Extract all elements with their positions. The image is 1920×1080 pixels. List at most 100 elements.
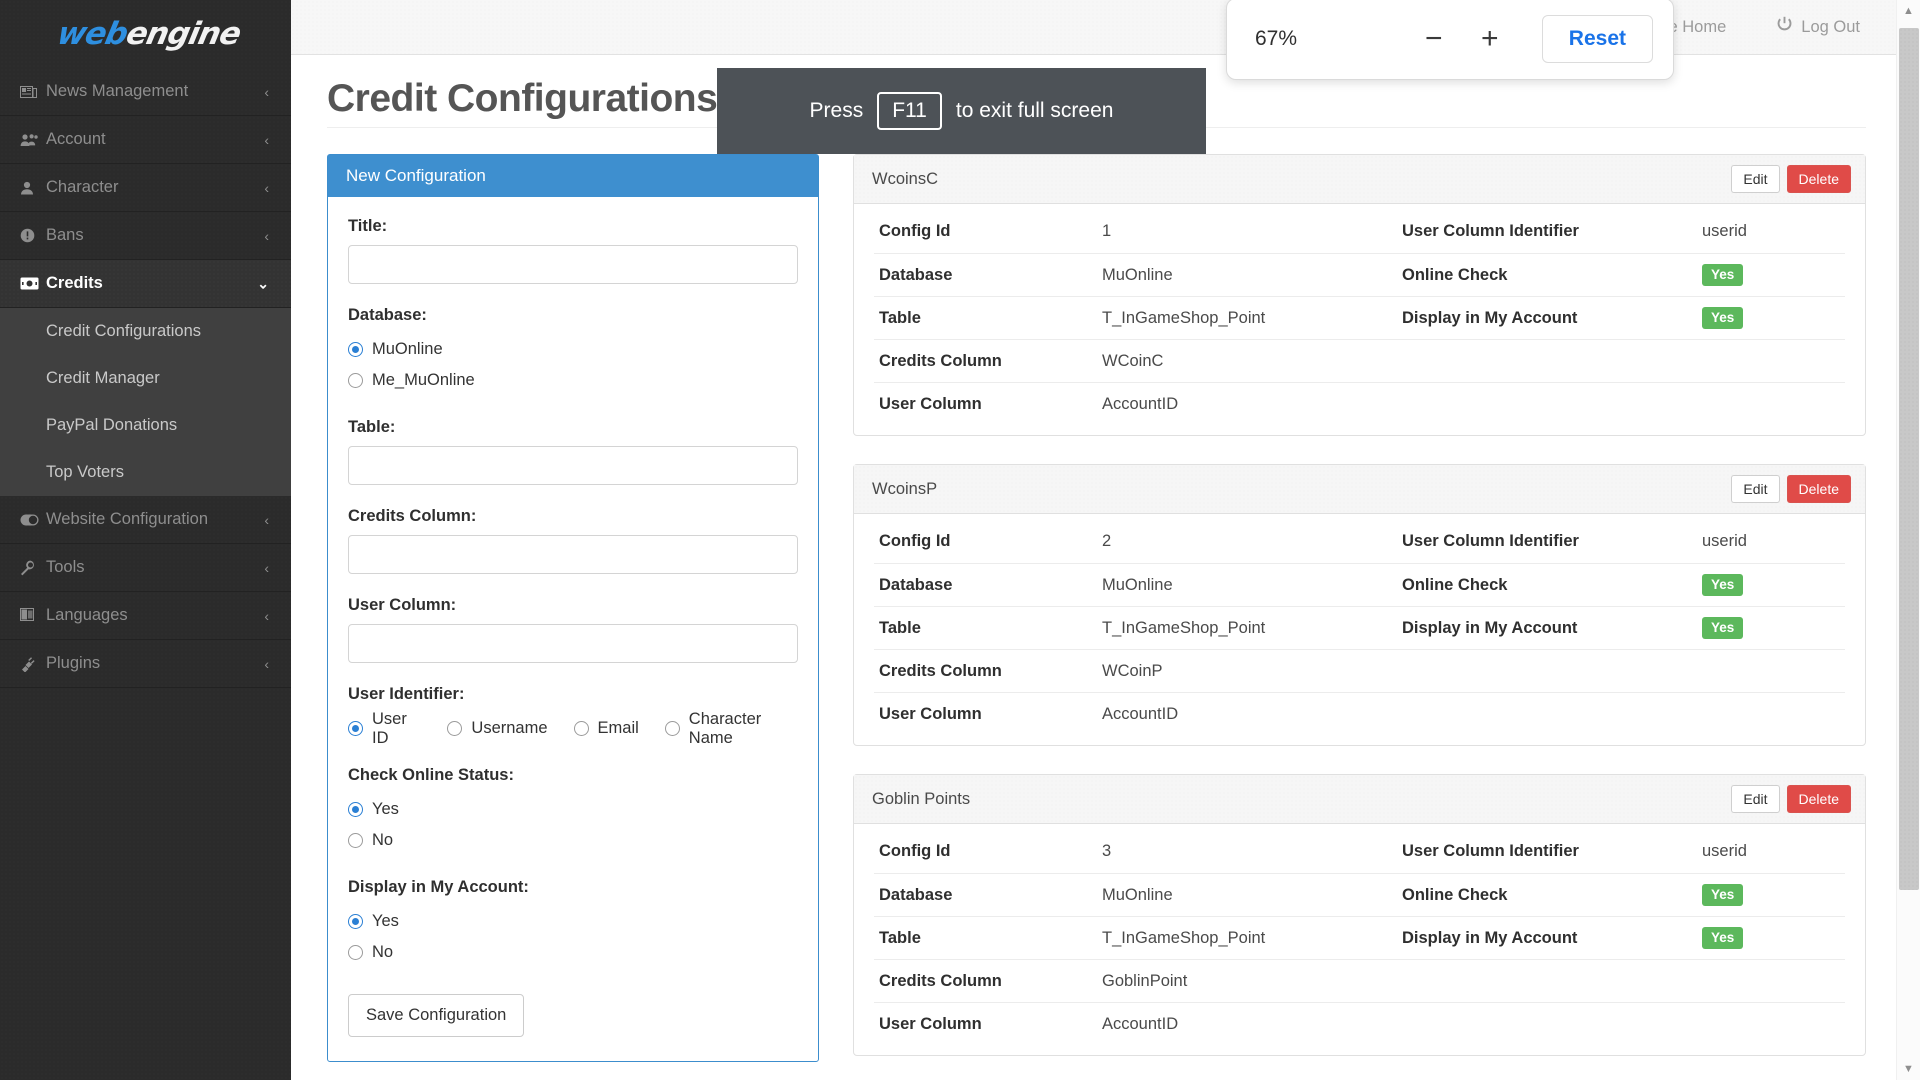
database-label: Database: (348, 306, 427, 324)
table-row: User Column AccountID (874, 1002, 1845, 1045)
status-badge: Yes (1702, 264, 1744, 286)
title-input[interactable] (348, 245, 798, 284)
sidebar-item-credit-configurations[interactable]: Credit Configurations (0, 308, 291, 355)
row-value-user-column-identifier: userid (1702, 842, 1747, 860)
scrollbar-thumb[interactable] (1899, 28, 1919, 890)
sidebar-subitem-label: Credit Manager (46, 369, 160, 387)
edit-button[interactable]: Edit (1731, 165, 1780, 193)
chevron-left-icon: ‹ (264, 607, 269, 624)
row-value-table: T_InGameShop_Point (1102, 618, 1266, 637)
row-label-database: Database (879, 885, 953, 904)
flag-icon (20, 608, 46, 623)
sidebar-item-languages[interactable]: Languages ‹ (0, 592, 291, 640)
row-label-display-in-my-account: Display in My Account (1402, 928, 1578, 947)
row-label-config-id: Config Id (879, 842, 951, 860)
row-label-credits-column: Credits Column (879, 661, 1002, 680)
row-value-database: MuOnline (1102, 575, 1173, 594)
sidebar-item-plugins[interactable]: Plugins ‹ (0, 640, 291, 688)
save-configuration-button[interactable]: Save Configuration (348, 994, 525, 1037)
zoom-popup: 67% − + Reset (1226, 0, 1674, 80)
radio-label: No (372, 831, 394, 849)
sidebar-item-top-voters[interactable]: Top Voters (0, 449, 291, 496)
row-value-online-check: Yes (1702, 884, 1845, 906)
config-card: WcoinsP Edit Delete Config Id 2 User Col… (853, 464, 1866, 746)
main-content: Credit Configurations New Configuration … (291, 55, 1896, 1080)
row-value-config-id: 2 (1102, 532, 1112, 550)
radio-database-muonline[interactable]: MuOnline (348, 334, 443, 365)
sidebar-item-credits[interactable]: Credits ⌄ (0, 260, 291, 308)
radio-indicator (447, 721, 463, 736)
row-value-display-in-my-account: Yes (1702, 927, 1845, 949)
brand-logo-part2: engine (122, 16, 244, 52)
topbar-link-label: Log Out (1801, 17, 1860, 36)
vertical-scrollbar[interactable]: ▲ ▼ (1896, 0, 1920, 1080)
money-bill-icon (20, 277, 46, 290)
row-value-online-check: Yes (1702, 264, 1845, 286)
credits-column-input[interactable] (348, 535, 798, 574)
radio-check-online-no[interactable]: No (348, 825, 393, 856)
scroll-up-arrow-icon[interactable]: ▲ (1897, 0, 1920, 22)
row-value-table: T_InGameShop_Point (1102, 928, 1266, 947)
radio-label: Me_MuOnline (372, 371, 475, 389)
row-label-table: Table (879, 928, 921, 947)
sidebar-item-bans[interactable]: Bans ‹ (0, 212, 291, 260)
sidebar-item-tools[interactable]: Tools ‹ (0, 544, 291, 592)
sidebar-item-label: Character (46, 178, 119, 196)
table-input[interactable] (348, 446, 798, 485)
sidebar-item-credit-manager[interactable]: Credit Manager (0, 355, 291, 402)
row-label-config-id: Config Id (879, 532, 951, 550)
radio-user-identifier-character-name[interactable]: Character Name (664, 710, 798, 747)
radio-label: Email (597, 719, 639, 737)
edit-button[interactable]: Edit (1731, 475, 1780, 503)
radio-label: User ID (372, 709, 407, 747)
radio-user-identifier-email[interactable]: Email (573, 713, 639, 744)
row-label-table: Table (879, 618, 921, 637)
table-row: Credits Column GoblinPoint (874, 959, 1845, 1002)
topbar-link-log-out[interactable]: Log Out (1776, 16, 1860, 38)
sidebar-item-news-management[interactable]: News Management ‹ (0, 68, 291, 116)
table-row: Database MuOnline Online Check Yes (874, 253, 1845, 296)
exclamation-circle-icon (20, 228, 46, 243)
display-account-radio-group: Yes No (348, 906, 798, 968)
status-badge: Yes (1702, 884, 1744, 906)
edit-button[interactable]: Edit (1731, 785, 1780, 813)
scroll-down-arrow-icon[interactable]: ▼ (1897, 1058, 1920, 1080)
sidebar-item-paypal-donations[interactable]: PayPal Donations (0, 402, 291, 449)
delete-button[interactable]: Delete (1786, 475, 1851, 503)
delete-button[interactable]: Delete (1786, 165, 1851, 193)
sidebar-item-character[interactable]: Character ‹ (0, 164, 291, 212)
brand-logo[interactable]: webengine (0, 0, 291, 68)
radio-indicator (348, 833, 363, 848)
zoom-in-button[interactable]: + (1468, 17, 1512, 61)
row-value-user-column: AccountID (1102, 704, 1179, 723)
row-value-credits-column: GoblinPoint (1102, 971, 1188, 990)
zoom-reset-button[interactable]: Reset (1541, 15, 1653, 63)
radio-user-identifier-username[interactable]: Username (447, 713, 548, 744)
brand-logo-part1: web (53, 16, 131, 52)
table-row: Database MuOnline Online Check Yes (874, 563, 1845, 606)
sidebar-item-account[interactable]: Account ‹ (0, 116, 291, 164)
row-label-credits-column: Credits Column (879, 351, 1002, 370)
sidebar-submenu-credits: Credit Configurations Credit Manager Pay… (0, 308, 291, 496)
user-column-input[interactable] (348, 624, 798, 663)
chevron-left-icon: ‹ (264, 559, 269, 576)
radio-check-online-yes[interactable]: Yes (348, 794, 399, 825)
config-card-title: Goblin Points (872, 789, 971, 808)
status-badge: Yes (1702, 617, 1744, 639)
row-value-online-check: Yes (1702, 574, 1845, 596)
table-row: Config Id 1 User Column Identifier useri… (874, 210, 1845, 253)
radio-display-account-yes[interactable]: Yes (348, 906, 399, 937)
zoom-out-button[interactable]: − (1412, 17, 1456, 61)
fullscreen-exit-toast: Press F11 to exit full screen (717, 68, 1206, 154)
delete-button[interactable]: Delete (1786, 785, 1851, 813)
radio-user-identifier-user-id[interactable]: User ID (348, 710, 421, 747)
sidebar-item-website-configuration[interactable]: Website Configuration ‹ (0, 496, 291, 544)
table-label: Table: (348, 418, 396, 436)
chevron-left-icon: ‹ (264, 83, 269, 100)
radio-display-account-no[interactable]: No (348, 937, 393, 968)
chevron-left-icon: ‹ (264, 227, 269, 244)
display-in-my-account-label: Display in My Account: (348, 878, 529, 896)
sidebar-item-label: Bans (46, 226, 84, 244)
radio-database-me-muonline[interactable]: Me_MuOnline (348, 365, 475, 396)
row-label-user-column-identifier: User Column Identifier (1402, 532, 1579, 550)
